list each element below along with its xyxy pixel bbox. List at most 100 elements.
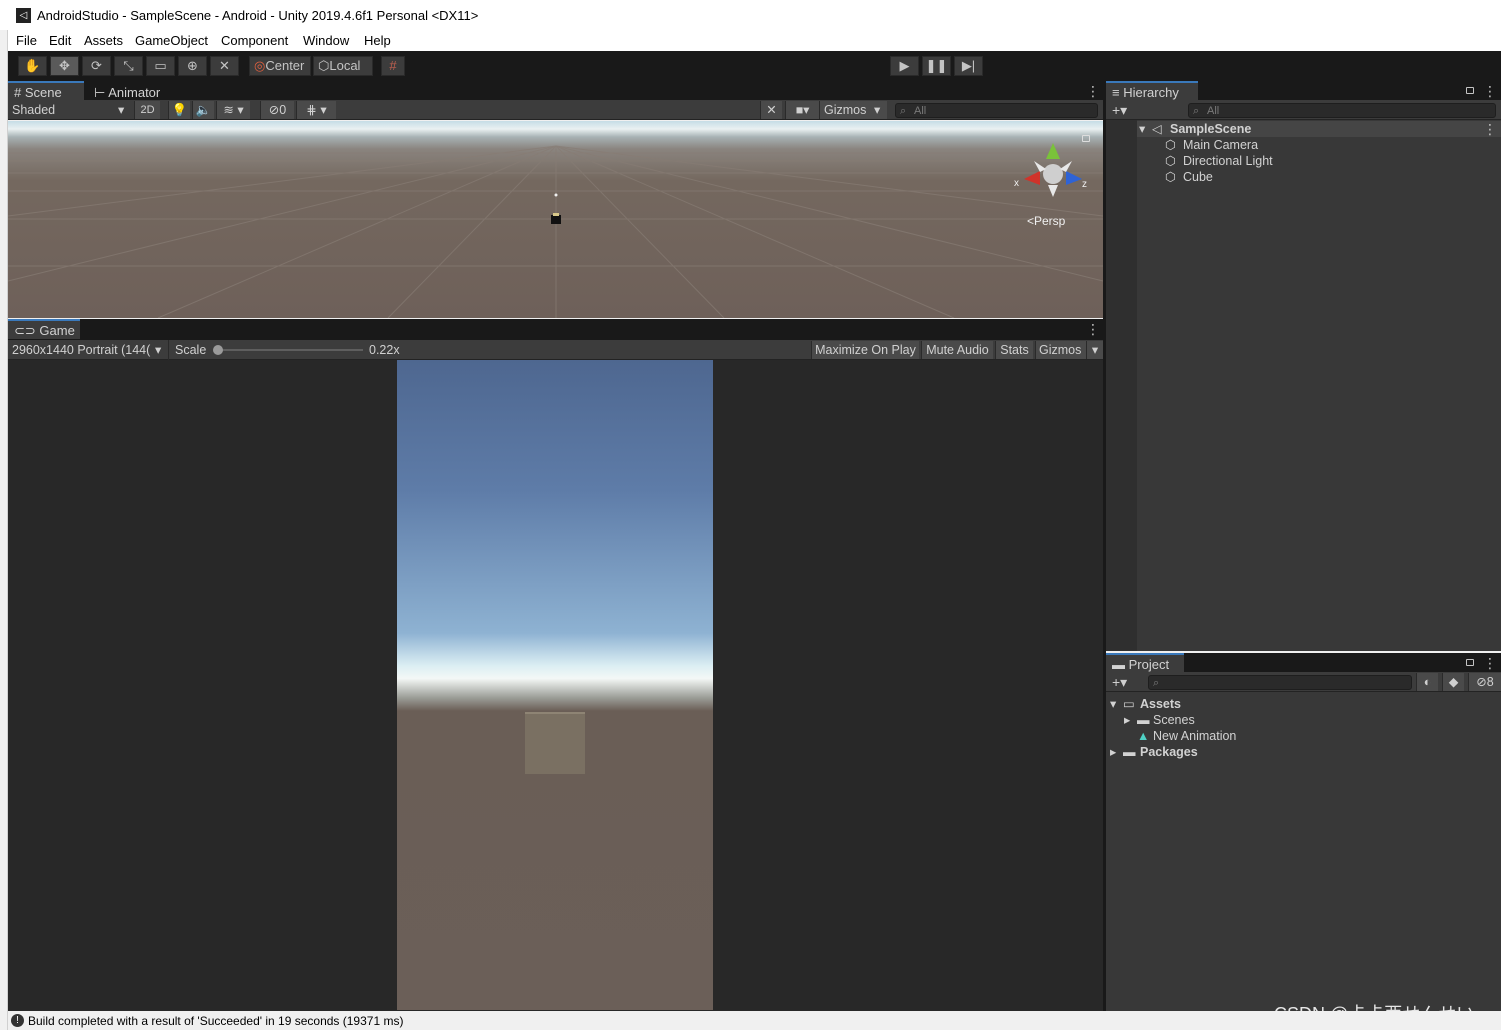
- tab-scene[interactable]: # Scene: [8, 81, 84, 101]
- hierarchy-gutter: [1106, 120, 1137, 651]
- game-panel-menu-icon[interactable]: ⋮: [1086, 322, 1100, 336]
- grid-toggle-icon[interactable]: ⋕ ▾: [296, 101, 336, 119]
- transform-tool-icon[interactable]: ⊕: [178, 56, 207, 76]
- project-search-input[interactable]: ⌕: [1148, 675, 1412, 690]
- hierarchy-lock-icon[interactable]: [1466, 87, 1474, 94]
- hierarchy-item-directional-light[interactable]: Directional Light: [1183, 153, 1273, 169]
- menu-gameobject[interactable]: GameObject: [135, 33, 208, 48]
- menu-help[interactable]: Help: [364, 33, 391, 48]
- scene-gizmos-dropdown[interactable]: Gizmos ▾: [819, 101, 887, 119]
- hierarchy-item-main-camera[interactable]: Main Camera: [1183, 137, 1258, 153]
- tab-hierarchy-label: Hierarchy: [1123, 85, 1179, 100]
- scale-value: 0.22x: [369, 343, 400, 357]
- scene-panel-menu-icon[interactable]: ⋮: [1086, 84, 1100, 98]
- pivot-center-button[interactable]: ◎Center: [249, 56, 311, 76]
- project-menu-icon[interactable]: ⋮: [1483, 656, 1497, 670]
- status-bar[interactable]: ! Build completed with a result of 'Succ…: [8, 1011, 1501, 1030]
- filter-by-label-icon[interactable]: ◆: [1442, 673, 1464, 691]
- play-button[interactable]: ▶: [890, 56, 919, 76]
- gizmo-z-label: z: [1082, 179, 1087, 190]
- scene-grid-icon: #: [14, 85, 25, 100]
- scene-menu-icon[interactable]: ⋮: [1483, 122, 1497, 136]
- status-message: Build completed with a result of 'Succee…: [28, 1014, 404, 1028]
- tab-scene-label: Scene: [24, 85, 62, 100]
- scene-foldout-icon[interactable]: ▾: [1139, 121, 1145, 137]
- animator-icon: ⊢: [94, 85, 109, 100]
- packages-foldout-icon[interactable]: ▸: [1110, 744, 1116, 760]
- hierarchy-menu-icon[interactable]: ⋮: [1483, 84, 1497, 98]
- scene-viewport[interactable]: x z <Persp: [8, 121, 1103, 318]
- tab-project-label: Project: [1128, 657, 1170, 672]
- search-icon: ⌕: [1193, 105, 1200, 117]
- scenes-foldout-icon[interactable]: ▸: [1124, 712, 1130, 728]
- hierarchy-item-cube[interactable]: Cube: [1183, 169, 1213, 185]
- scale-slider[interactable]: [213, 345, 363, 355]
- scale-label: Scale: [175, 343, 207, 357]
- menu-component[interactable]: Component: [221, 33, 288, 48]
- audio-toggle-icon[interactable]: 🔈: [192, 101, 214, 119]
- hand-tool-icon[interactable]: ✋: [18, 56, 47, 76]
- hierarchy-add-icon[interactable]: +▾: [1112, 100, 1127, 120]
- custom-tool-icon[interactable]: ✕: [210, 56, 239, 76]
- hidden-objects-toggle[interactable]: ⊘0: [260, 101, 294, 119]
- resolution-label: 2960x1440 Portrait (144(: [12, 343, 151, 357]
- scale-slider-thumb[interactable]: [213, 345, 223, 355]
- game-viewport[interactable]: [397, 360, 713, 1010]
- hierarchy-tabstrip: ≡ Hierarchy ⋮: [1106, 81, 1501, 101]
- stats-button[interactable]: Stats: [995, 341, 1033, 359]
- project-item-new-animation[interactable]: New Animation: [1153, 728, 1236, 744]
- list-icon: ≡: [1112, 85, 1124, 100]
- pause-button[interactable]: ❚❚: [922, 56, 951, 76]
- menu-edit[interactable]: Edit: [49, 33, 71, 48]
- tools-icon[interactable]: ✕: [760, 101, 782, 119]
- shading-mode-dropdown[interactable]: Shaded ▾: [12, 100, 130, 120]
- scale-tool-icon[interactable]: ⤡: [114, 56, 143, 76]
- cube-render: [525, 712, 585, 774]
- menu-assets[interactable]: Assets: [84, 33, 123, 48]
- space-label: Local: [329, 58, 361, 73]
- lighting-toggle-icon[interactable]: 💡: [168, 101, 190, 119]
- game-tabstrip: ⊂⊃ Game ⋮: [8, 319, 1103, 340]
- game-gizmos-button[interactable]: Gizmos: [1035, 341, 1091, 359]
- orientation-gizmo-icon[interactable]: [1010, 141, 1100, 211]
- menu-window[interactable]: Window: [303, 33, 349, 48]
- rect-tool-icon[interactable]: ▭: [146, 56, 175, 76]
- chevron-down-icon[interactable]: ▾: [1086, 341, 1103, 359]
- folder-icon: ▬: [1112, 657, 1129, 672]
- project-body: ▾ ▭ Assets ▸ ▬ Scenes ▲ New Animation ▸ …: [1106, 692, 1501, 1011]
- grid-snap-icon[interactable]: #: [381, 56, 405, 76]
- move-tool-icon[interactable]: ✥: [50, 56, 79, 76]
- pivot-space-button[interactable]: ⬡Local: [313, 56, 373, 76]
- gizmo-lock-icon[interactable]: [1082, 135, 1090, 142]
- chevron-down-icon: ▾: [874, 103, 881, 117]
- effects-toggle-icon[interactable]: ≋ ▾: [216, 101, 250, 119]
- project-assets[interactable]: Assets: [1140, 696, 1181, 712]
- project-lock-icon[interactable]: [1466, 659, 1474, 666]
- camera-dropdown-icon[interactable]: ■▾: [785, 101, 819, 119]
- hierarchy-body: ▾ ◁ SampleScene ⋮ ⬡ Main Camera ⬡ Direct…: [1106, 120, 1501, 651]
- project-packages[interactable]: Packages: [1140, 744, 1198, 760]
- scene-name[interactable]: SampleScene: [1170, 121, 1251, 137]
- step-button[interactable]: ▶|: [954, 56, 983, 76]
- mute-audio-button[interactable]: Mute Audio: [921, 341, 993, 359]
- hierarchy-search-input[interactable]: ⌕ All: [1188, 103, 1496, 118]
- rotate-tool-icon[interactable]: ⟳: [82, 56, 111, 76]
- filter-by-type-icon[interactable]: ◐: [1416, 673, 1438, 691]
- tab-project[interactable]: ▬ Project: [1106, 653, 1184, 673]
- toggle-2d-button[interactable]: 2D: [134, 101, 160, 119]
- tab-game[interactable]: ⊂⊃ Game: [8, 319, 80, 339]
- project-add-icon[interactable]: +▾: [1112, 672, 1127, 692]
- project-item-scenes[interactable]: Scenes: [1153, 712, 1195, 728]
- scene-search-input[interactable]: ⌕ All: [895, 103, 1098, 118]
- tab-hierarchy[interactable]: ≡ Hierarchy: [1106, 81, 1198, 101]
- gamepad-icon: ⊂⊃: [14, 323, 40, 338]
- maximize-on-play-button[interactable]: Maximize On Play: [811, 341, 919, 359]
- animation-icon: ▲: [1137, 729, 1150, 743]
- resolution-dropdown[interactable]: 2960x1440 Portrait (144(: [12, 340, 168, 360]
- tab-animator[interactable]: ⊢ Animator: [88, 81, 172, 101]
- search-icon: ⌕: [1153, 677, 1160, 689]
- assets-foldout-icon[interactable]: ▾: [1110, 696, 1116, 712]
- perspective-label[interactable]: <Persp: [1027, 214, 1065, 228]
- menu-file[interactable]: File: [16, 33, 37, 48]
- hidden-packages-toggle[interactable]: ⊘8: [1468, 673, 1501, 691]
